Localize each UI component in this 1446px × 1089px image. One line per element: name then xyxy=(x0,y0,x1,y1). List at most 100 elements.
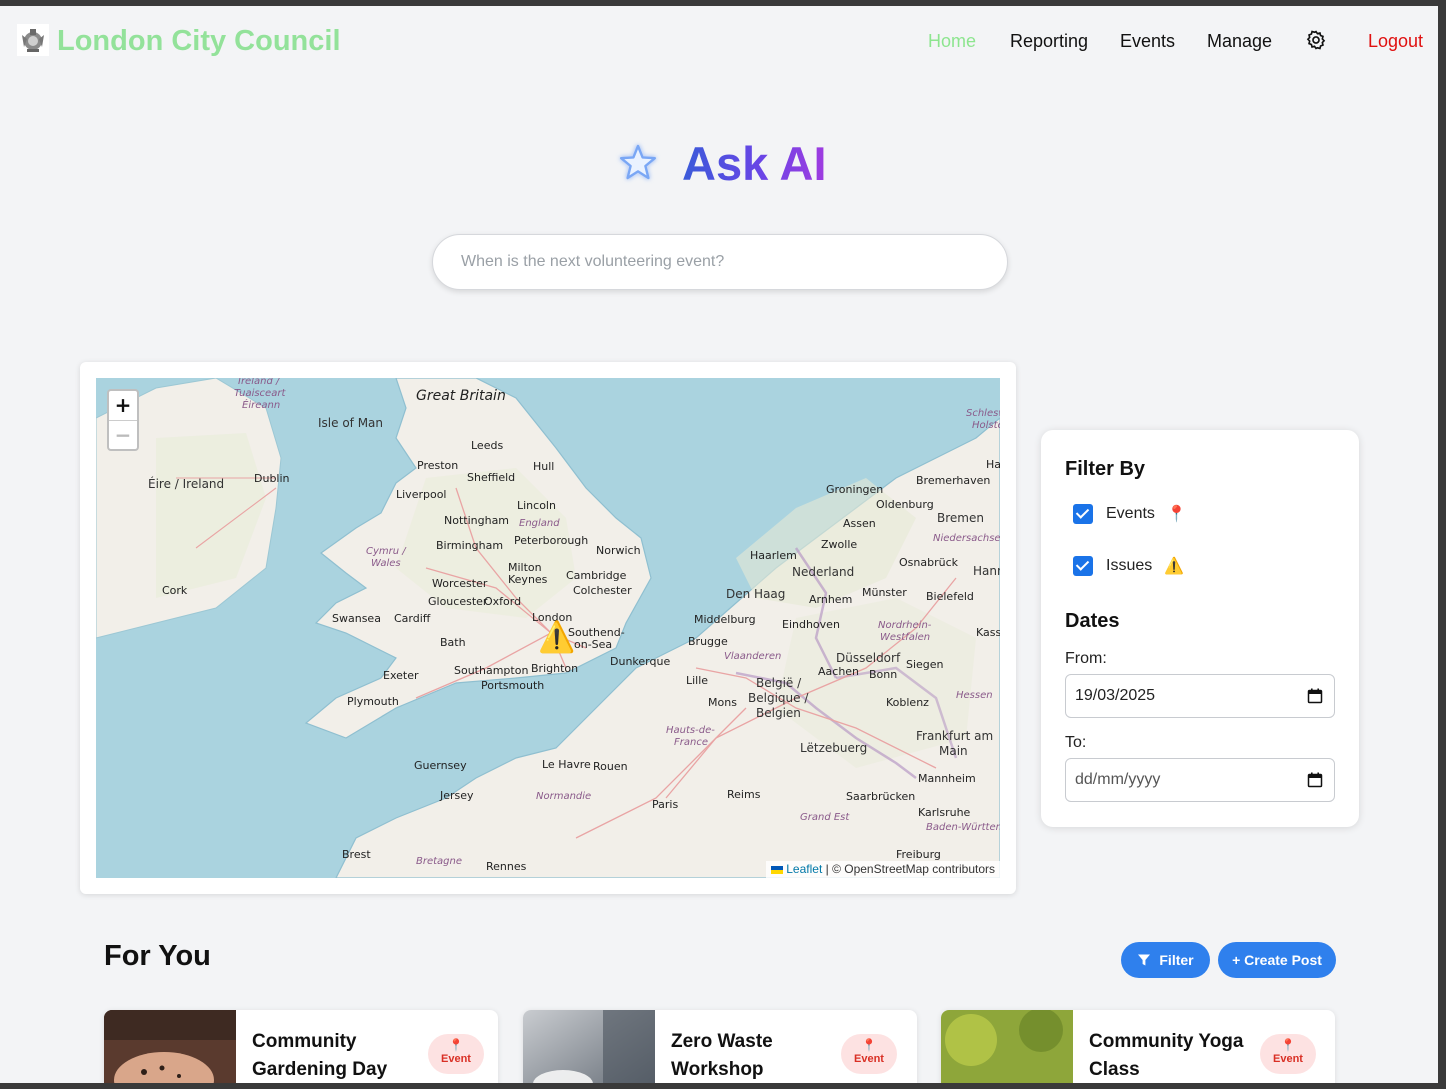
issues-filter[interactable]: Issues ⚠️ xyxy=(1073,554,1184,578)
map-view[interactable]: + − Great Britain Ireland / Tuaisceart É… xyxy=(96,378,1000,878)
council-crest-icon[interactable] xyxy=(17,24,49,56)
calendar-icon[interactable] xyxy=(1307,688,1323,704)
map-label: Hann xyxy=(973,564,1000,578)
filter-button[interactable]: Filter xyxy=(1121,942,1210,978)
map-label: Koblenz xyxy=(886,696,929,709)
ask-ai-search xyxy=(432,234,1008,290)
post-thumbnail xyxy=(523,1010,655,1083)
map-label: België / xyxy=(756,676,802,690)
logout-link[interactable]: Logout xyxy=(1368,30,1423,52)
calendar-icon[interactable] xyxy=(1307,772,1323,788)
leaflet-link[interactable]: Leaflet xyxy=(786,862,822,876)
pin-icon: 📍 xyxy=(1280,1038,1296,1052)
map-label: Vlaanderen xyxy=(724,651,782,662)
map-label: Swansea xyxy=(332,612,381,625)
brand-title[interactable]: London City Council xyxy=(57,24,341,58)
events-checkbox[interactable] xyxy=(1073,504,1093,524)
map-label: Rouen xyxy=(593,760,628,773)
post-card[interactable]: Zero Waste Workshop 📍 Event xyxy=(523,1010,917,1083)
map-label: Haarlem xyxy=(750,549,797,562)
map-label: Le Havre xyxy=(542,758,591,771)
filter-button-label: Filter xyxy=(1159,952,1194,968)
warning-icon: ⚠️ xyxy=(1164,558,1185,575)
badge-label: Event xyxy=(441,1053,471,1065)
pin-icon: 📍 xyxy=(861,1038,877,1052)
map-label: Bremen xyxy=(937,511,984,525)
map-label: Norwich xyxy=(596,544,641,557)
zoom-control: + − xyxy=(107,389,139,451)
map-label: Isle of Man xyxy=(318,416,384,430)
map-label: Guernsey xyxy=(414,759,467,772)
issue-marker-icon[interactable]: ⚠️ xyxy=(538,618,576,658)
map-label: Lille xyxy=(686,674,709,687)
ask-ai-input[interactable] xyxy=(433,235,1007,289)
map-label: Holste xyxy=(972,420,1000,431)
nav-events[interactable]: Events xyxy=(1120,30,1175,52)
issues-label: Issues xyxy=(1106,557,1153,574)
create-post-button[interactable]: + Create Post xyxy=(1218,942,1336,978)
nav-manage[interactable]: Manage xyxy=(1207,30,1272,52)
map-label: Belgique / xyxy=(748,691,809,705)
map-label: Rennes xyxy=(486,860,527,873)
issues-checkbox[interactable] xyxy=(1073,556,1093,576)
map-label: Preston xyxy=(417,459,459,472)
map-label: Eindhoven xyxy=(782,618,840,631)
map-label: Cork xyxy=(162,584,188,597)
map-label: Niedersachsen xyxy=(933,533,1000,544)
event-badge: 📍 Event xyxy=(841,1034,897,1074)
nav-reporting[interactable]: Reporting xyxy=(1010,30,1088,52)
map-label: Westfalen xyxy=(880,632,931,643)
app-window: London City Council Home Reporting Event… xyxy=(0,6,1438,1083)
map-label: Worcester xyxy=(432,577,488,590)
map-label: Liverpool xyxy=(396,488,447,501)
ukraine-flag-icon xyxy=(770,865,783,874)
map-label: Mons xyxy=(708,696,737,709)
funnel-icon xyxy=(1138,954,1151,966)
map-label: Oxford xyxy=(484,595,522,608)
map-label: Kasse xyxy=(976,626,1000,639)
to-date-input[interactable]: dd/mm/yyyy xyxy=(1065,758,1335,802)
map-label: Brighton xyxy=(531,662,579,675)
badge-label: Event xyxy=(854,1053,884,1065)
nav-home[interactable]: Home xyxy=(928,30,976,52)
map-label: Hessen xyxy=(956,690,993,701)
map-label: Brugge xyxy=(688,635,728,648)
map-label: Bonn xyxy=(869,668,898,681)
map-card: + − Great Britain Ireland / Tuaisceart É… xyxy=(80,362,1016,894)
from-date-value: 19/03/2025 xyxy=(1075,687,1156,704)
feed-heading: For You xyxy=(104,940,211,972)
map-label: Belgien xyxy=(756,706,801,720)
map-label: Bath xyxy=(440,636,466,649)
zoom-in-button[interactable]: + xyxy=(109,391,137,420)
map-label: Cambridge xyxy=(566,569,627,582)
map-attribution: Leaflet | © OpenStreetMap contributors xyxy=(765,861,1000,878)
post-thumbnail xyxy=(104,1010,236,1083)
map-label: Assen xyxy=(843,517,876,530)
map-label: Southampton xyxy=(454,664,529,677)
map-label: Aachen xyxy=(818,665,860,678)
map-label: Colchester xyxy=(573,584,632,597)
filter-panel: Filter By Events 📍 Issues ⚠️ Dates From:… xyxy=(1041,430,1359,827)
post-card[interactable]: Community Gardening Day 📍 Event xyxy=(104,1010,498,1083)
map-label: Arnhem xyxy=(809,593,853,606)
map-label: Groningen xyxy=(826,483,884,496)
map-label: Plymouth xyxy=(347,695,399,708)
map-label: Mannheim xyxy=(918,772,976,785)
map-label: Main xyxy=(939,744,968,758)
map-label: Cymru / xyxy=(366,546,406,557)
events-filter[interactable]: Events 📍 xyxy=(1073,502,1187,526)
from-label: From: xyxy=(1065,650,1107,667)
gear-icon[interactable] xyxy=(1305,29,1327,51)
events-label: Events xyxy=(1106,505,1155,522)
filter-heading: Filter By xyxy=(1065,458,1146,480)
map-label: Sheffield xyxy=(467,471,516,484)
post-thumbnail xyxy=(941,1010,1073,1083)
from-date-input[interactable]: 19/03/2025 xyxy=(1065,674,1335,718)
map-label: Peterborough xyxy=(514,534,589,547)
post-card[interactable]: Community Yoga Class 📍 Event xyxy=(941,1010,1335,1083)
map-label: Nottingham xyxy=(444,514,510,527)
zoom-out-button[interactable]: − xyxy=(109,420,137,449)
event-badge: 📍 Event xyxy=(1260,1034,1316,1074)
top-nav: London City Council Home Reporting Event… xyxy=(0,6,1438,84)
attribution-text: | © OpenStreetMap contributors xyxy=(825,862,995,876)
